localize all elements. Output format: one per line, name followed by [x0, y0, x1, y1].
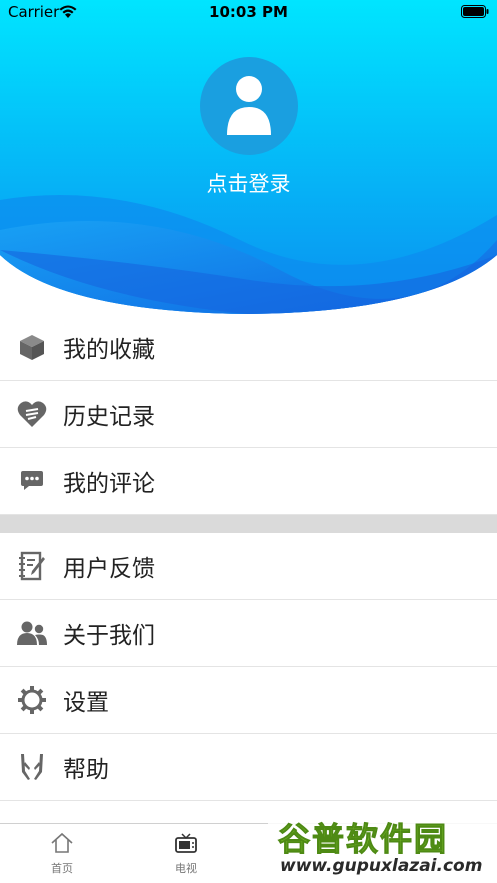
users-icon	[16, 617, 48, 649]
menu-item-favorites[interactable]: 我的收藏	[0, 314, 497, 381]
menu-item-help[interactable]: 帮助	[0, 734, 497, 801]
profile-header: 点击登录	[0, 0, 497, 320]
comment-icon	[16, 465, 48, 497]
menu-label: 我的收藏	[63, 337, 155, 363]
battery-icon	[461, 5, 489, 18]
menu-group-personal: 我的收藏 历史记录 我的评论	[0, 314, 497, 515]
tab-tv[interactable]: 电视	[146, 832, 226, 876]
avatar[interactable]	[200, 57, 298, 155]
hands-icon	[16, 751, 48, 783]
tv-icon	[175, 833, 197, 853]
menu-label: 用户反馈	[63, 556, 155, 582]
heart-icon	[16, 398, 48, 430]
tab-home[interactable]: 首页	[22, 832, 102, 876]
menu-item-comments[interactable]: 我的评论	[0, 448, 497, 515]
notebook-icon	[16, 550, 48, 582]
user-icon	[227, 76, 271, 135]
watermark: 谷普软件园 www.gupuxlazai.com	[268, 808, 497, 883]
menu-label: 帮助	[63, 757, 109, 783]
box-icon	[16, 331, 48, 363]
gear-icon	[16, 684, 48, 716]
home-icon	[51, 832, 73, 853]
menu-label: 设置	[63, 690, 109, 716]
watermark-title: 谷普软件园	[277, 820, 449, 859]
header-wave-background	[0, 0, 497, 314]
status-bar: Carrier 10:03 PM	[0, 0, 497, 24]
menu-group-app: 用户反馈 关于我们 设置 帮助	[0, 533, 497, 801]
tab-label: 电视	[175, 862, 197, 875]
menu-label: 历史记录	[63, 404, 155, 430]
menu-item-feedback[interactable]: 用户反馈	[0, 533, 497, 600]
menu-item-history[interactable]: 历史记录	[0, 381, 497, 448]
login-link[interactable]: 点击登录	[0, 168, 497, 198]
watermark-url: www.gupuxlazai.com	[280, 856, 483, 876]
status-time: 10:03 PM	[209, 3, 288, 21]
menu-item-about-us[interactable]: 关于我们	[0, 600, 497, 667]
menu-item-settings[interactable]: 设置	[0, 667, 497, 734]
menu-label: 关于我们	[63, 623, 155, 649]
section-divider	[0, 515, 497, 533]
tab-label: 首页	[51, 862, 73, 875]
menu-label: 我的评论	[63, 471, 155, 497]
